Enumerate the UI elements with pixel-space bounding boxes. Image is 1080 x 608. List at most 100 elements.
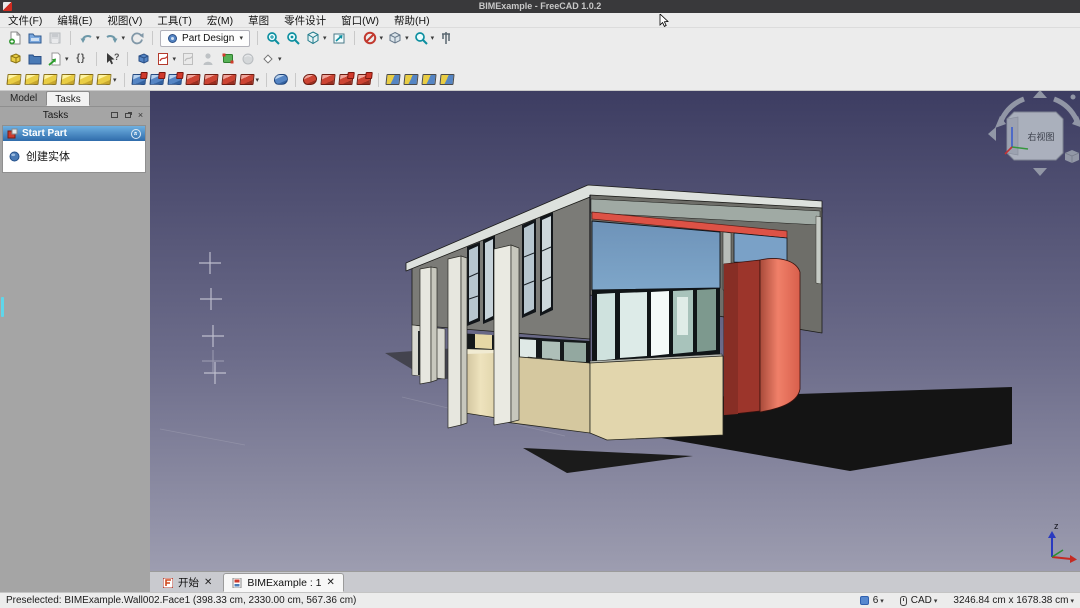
create-sketch-icon[interactable]: [155, 51, 171, 67]
new-document-icon[interactable]: [7, 30, 23, 46]
nav-cube-face-label: 右视图: [1027, 131, 1054, 142]
fit-selection-icon[interactable]: [285, 30, 301, 46]
groove-icon[interactable]: [167, 74, 182, 85]
boolean-operation-icon[interactable]: [273, 74, 288, 85]
additive-primitive-icon[interactable]: [96, 74, 111, 85]
measure-icon[interactable]: [438, 30, 454, 46]
chevron-down-icon[interactable]: ▾: [65, 55, 69, 63]
panel-undock-button[interactable]: [122, 110, 133, 121]
menu-windows[interactable]: 窗口(W): [341, 13, 379, 28]
panel-close-button[interactable]: ×: [135, 110, 146, 121]
chevron-down-icon[interactable]: ▾: [113, 76, 117, 84]
polar-pattern-icon[interactable]: [421, 74, 436, 85]
edit-sketch-icon[interactable]: [180, 51, 196, 67]
sync-view-icon[interactable]: [331, 30, 347, 46]
expression-editor-icon[interactable]: { }: [73, 51, 89, 67]
subtractive-loft-icon[interactable]: [185, 74, 200, 85]
map-sketch-icon[interactable]: [200, 51, 216, 67]
menu-help[interactable]: 帮助(H): [394, 13, 430, 28]
title-bar[interactable]: BIMExample - FreeCAD 1.0.2: [0, 0, 1080, 13]
menu-sketch[interactable]: 草图: [248, 13, 269, 28]
pad-icon[interactable]: [6, 74, 21, 85]
chevron-down-icon[interactable]: ▾: [380, 34, 384, 42]
nav-style-selector[interactable]: CAD ▾: [900, 595, 938, 606]
clone-icon[interactable]: [240, 51, 256, 67]
shape-binder-icon[interactable]: [220, 51, 236, 67]
make-link-icon[interactable]: [47, 51, 63, 67]
clipping-plane-icon[interactable]: [362, 30, 378, 46]
linear-pattern-icon[interactable]: [403, 74, 418, 85]
viewport-scene[interactable]: 右视图 z: [150, 91, 1080, 571]
part-icon: [7, 128, 18, 139]
undo-icon[interactable]: [78, 30, 94, 46]
chamfer-icon[interactable]: [320, 74, 335, 85]
toolbar-separator: [127, 52, 128, 66]
subtractive-helix-icon[interactable]: [221, 74, 236, 85]
toolbar-separator: [257, 31, 258, 45]
open-document-icon[interactable]: [27, 30, 43, 46]
chevron-down-icon[interactable]: ▾: [323, 34, 327, 42]
subtractive-primitive-icon[interactable]: [239, 74, 254, 85]
additive-sweep-icon[interactable]: [60, 74, 75, 85]
menu-file[interactable]: 文件(F): [8, 13, 42, 28]
decimals-selector[interactable]: 6 ▾: [860, 595, 884, 606]
save-icon[interactable]: [47, 30, 63, 46]
workbench-selector-label: Part Design: [182, 33, 234, 44]
close-icon[interactable]: ✕: [204, 577, 212, 588]
subtractive-sweep-icon[interactable]: [203, 74, 218, 85]
start-part-header[interactable]: Start Part »: [3, 126, 145, 141]
zoom-tools-icon[interactable]: [413, 30, 429, 46]
toolbar-separator: [152, 31, 153, 45]
refresh-icon[interactable]: [129, 30, 145, 46]
view-dimensions-indicator[interactable]: 3246.84 cm x 1678.38 cm ▾: [953, 595, 1074, 606]
panel-title-bar: Tasks ×: [0, 107, 150, 123]
tab-document[interactable]: BIMExample : 1 ✕: [223, 573, 344, 592]
part-icon[interactable]: [7, 51, 23, 67]
multitransform-icon[interactable]: [439, 74, 454, 85]
workbench-selector[interactable]: Part Design ▾: [160, 30, 250, 47]
menu-partdesign[interactable]: 零件设计: [284, 13, 326, 28]
create-solid-item[interactable]: 创建实体: [3, 141, 145, 172]
chevron-down-icon[interactable]: ▾: [96, 34, 100, 42]
hole-icon[interactable]: [149, 74, 164, 85]
whats-this-icon[interactable]: ?: [104, 51, 120, 67]
panel-float-button[interactable]: [109, 110, 120, 121]
chevron-down-icon[interactable]: ▾: [173, 55, 177, 63]
3d-viewport[interactable]: 右视图 z: [150, 91, 1080, 571]
chevron-down-icon[interactable]: ▾: [431, 34, 435, 42]
wall-cream-right: [590, 356, 723, 440]
chevron-down-icon[interactable]: ▾: [278, 55, 282, 63]
axonometric-view-icon[interactable]: [305, 30, 321, 46]
redo-icon[interactable]: [104, 30, 120, 46]
chevron-down-icon[interactable]: ▾: [256, 76, 260, 84]
close-icon[interactable]: ✕: [327, 577, 335, 588]
menu-edit[interactable]: 编辑(E): [57, 13, 92, 28]
chevron-down-icon: ▾: [934, 597, 938, 605]
create-datum-icon[interactable]: [260, 51, 276, 67]
create-body-icon[interactable]: [135, 51, 151, 67]
tab-document-label: BIMExample : 1: [247, 577, 321, 589]
decimals-icon: [860, 596, 869, 605]
revolution-icon[interactable]: [24, 74, 39, 85]
group-icon[interactable]: [27, 51, 43, 67]
pocket-icon[interactable]: [131, 74, 146, 85]
thickness-icon[interactable]: [356, 74, 371, 85]
combo-view-panel: Model Tasks Tasks × Start Part » 创建实体: [0, 91, 150, 592]
fillet-icon[interactable]: [302, 74, 317, 85]
chevron-down-icon[interactable]: ▾: [405, 34, 409, 42]
tab-start-page[interactable]: 开始 ✕: [155, 573, 220, 592]
mirrored-icon[interactable]: [385, 74, 400, 85]
draft-icon[interactable]: [338, 74, 353, 85]
fit-all-icon[interactable]: [265, 30, 281, 46]
menu-tools[interactable]: 工具(T): [157, 13, 191, 28]
tab-model[interactable]: Model: [2, 91, 45, 106]
chevron-down-icon[interactable]: ▾: [122, 34, 126, 42]
toolbar-partdesign: ▾ ▾: [0, 69, 1080, 91]
draw-style-icon[interactable]: [387, 30, 403, 46]
additive-helix-icon[interactable]: [78, 74, 93, 85]
menu-view[interactable]: 视图(V): [107, 13, 142, 28]
collapse-icon[interactable]: »: [131, 129, 141, 139]
additive-loft-icon[interactable]: [42, 74, 57, 85]
tab-tasks[interactable]: Tasks: [46, 91, 90, 106]
menu-macro[interactable]: 宏(M): [207, 13, 233, 28]
